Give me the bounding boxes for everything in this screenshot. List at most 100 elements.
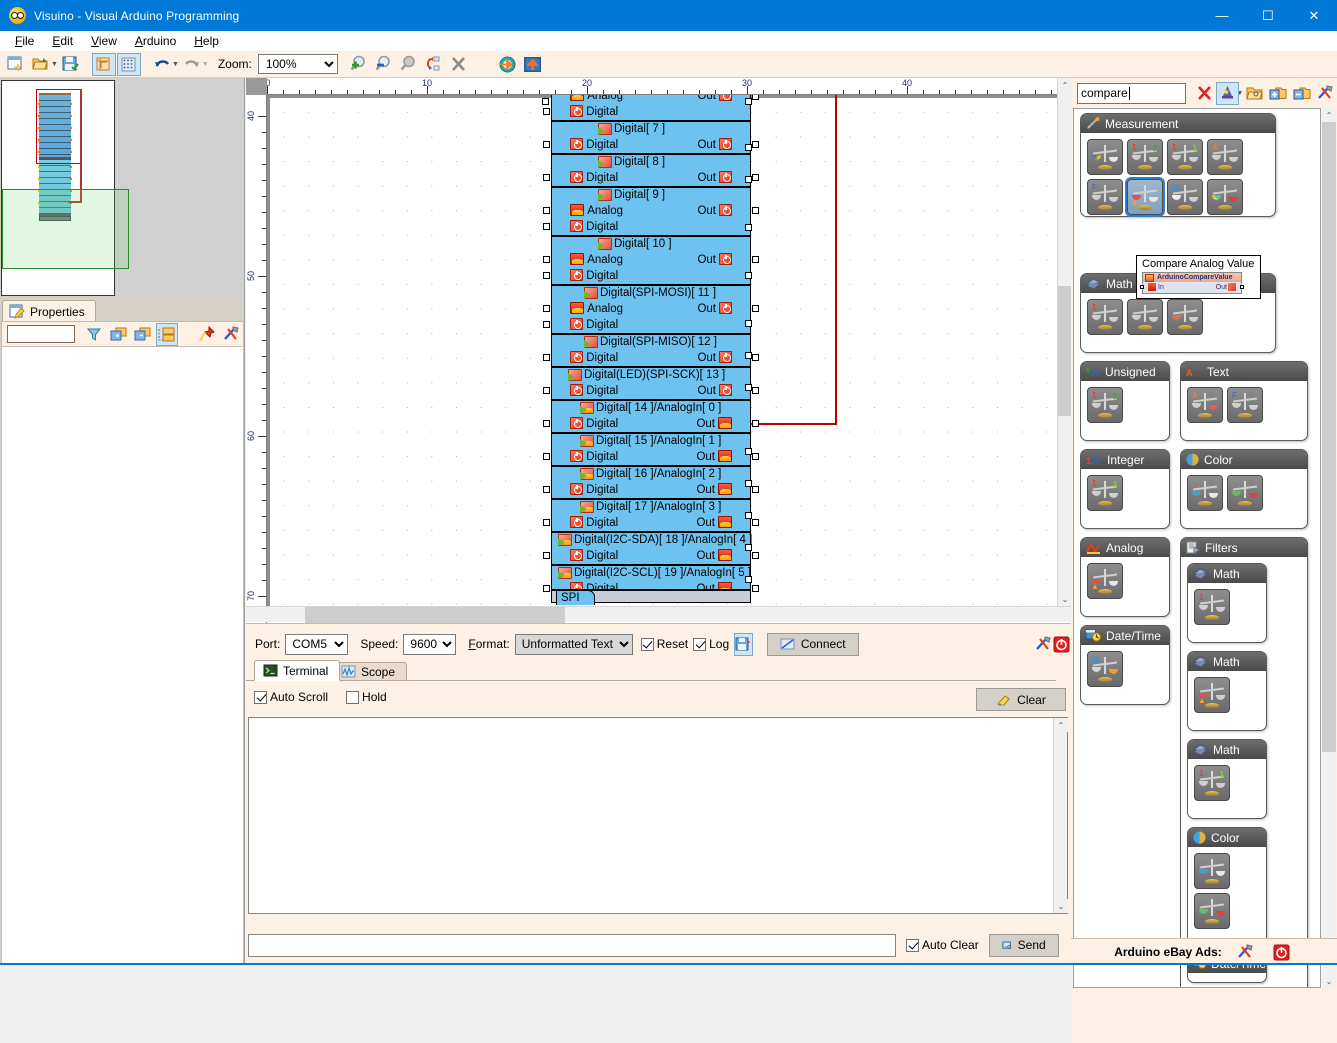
- palette-scroll-up-button[interactable]: ⌃: [1322, 108, 1336, 122]
- port-right[interactable]: [752, 207, 759, 214]
- component-number-compare[interactable]: 13: [1127, 139, 1163, 175]
- clear-button[interactable]: Clear: [976, 688, 1066, 711]
- pin-block-d10[interactable]: Digital[ 10 ] Analog Out Digital: [543, 235, 759, 285]
- palette-subgroup-color[interactable]: Color: [1187, 827, 1267, 945]
- port-right-connected[interactable]: [752, 420, 759, 427]
- selection-handle[interactable]: [745, 144, 752, 151]
- pin-row[interactable]: Digital Out: [543, 449, 759, 465]
- ads-power-icon[interactable]: [1270, 941, 1294, 964]
- palette-subgroup-math-c[interactable]: Math 11: [1187, 739, 1267, 819]
- component-format-compare[interactable]: F: [1227, 387, 1263, 423]
- board-overview[interactable]: [1, 80, 129, 296]
- auto-scroll-checkbox[interactable]: Auto Scroll: [254, 690, 328, 704]
- port-right[interactable]: [752, 141, 759, 148]
- expand-all-icon[interactable]: [107, 323, 129, 346]
- component-text-compare[interactable]: A: [1187, 387, 1223, 423]
- tab-properties[interactable]: Properties: [2, 300, 96, 322]
- minimize-button[interactable]: —: [1199, 0, 1245, 31]
- zoom-select[interactable]: 100%: [257, 54, 338, 74]
- pin-row[interactable]: Digital Out: [543, 383, 759, 399]
- pin-row[interactable]: Analog Out: [543, 203, 759, 219]
- open-folder-icon[interactable]: [1243, 82, 1266, 105]
- menu-view[interactable]: View: [82, 32, 126, 50]
- palette-scrollbar[interactable]: ⌃ ⌄: [1322, 108, 1336, 988]
- port-left[interactable]: [543, 453, 550, 460]
- canvas-vertical-scrollbar[interactable]: ⌃ ⌄: [1057, 78, 1072, 606]
- port-left[interactable]: [543, 305, 550, 312]
- port-right[interactable]: [752, 552, 759, 559]
- component-number-compare[interactable]: 1: [1087, 299, 1123, 335]
- pin-block-d8[interactable]: Digital[ 8 ] Digital Out: [543, 153, 759, 187]
- palette-group-analog[interactable]: Analog ▲: [1080, 537, 1170, 617]
- component-analog-compare[interactable]: ▲: [1127, 179, 1163, 215]
- port-left[interactable]: [543, 321, 550, 328]
- compile-sketch-icon[interactable]: [496, 53, 520, 76]
- component-datetime-compare[interactable]: ▤: [1167, 179, 1203, 215]
- component-text-compare[interactable]: A: [1207, 139, 1243, 175]
- palette-group-text[interactable]: ABC Text A F: [1180, 361, 1308, 441]
- redo-icon[interactable]: [180, 53, 204, 76]
- serial-power-icon[interactable]: [1053, 633, 1071, 656]
- open-project-icon[interactable]: [29, 53, 53, 76]
- properties-grid[interactable]: [1, 347, 244, 964]
- palette-group-integer[interactable]: 1 23 Integer 12: [1080, 449, 1170, 529]
- pin-block-d9[interactable]: Digital[ 9 ] Analog Out Digital: [543, 186, 759, 236]
- zoom-out-icon[interactable]: [372, 53, 396, 76]
- pin-row[interactable]: Digital Out: [543, 482, 759, 498]
- palette-group-datetime[interactable]: Date/Time ▤: [1080, 625, 1170, 705]
- ads-tools-icon[interactable]: [1234, 941, 1258, 964]
- group-header[interactable]: ABC Text: [1181, 362, 1307, 381]
- auto-clear-checkbox-box[interactable]: [906, 938, 919, 952]
- speed-select[interactable]: 9600: [403, 633, 457, 655]
- canvas-horizontal-scrollbar[interactable]: [246, 606, 1071, 623]
- pin-block-d17-a3[interactable]: Digital[ 17 ]/AnalogIn[ 3 ] Digital Out: [543, 498, 759, 532]
- group-header[interactable]: Filters: [1181, 538, 1307, 557]
- pin-row[interactable]: Digital: [543, 317, 750, 333]
- wizard-icon[interactable]: [1215, 81, 1240, 105]
- port-left[interactable]: [543, 223, 550, 230]
- port-right[interactable]: [752, 585, 759, 592]
- port-right[interactable]: [752, 453, 759, 460]
- pin-block-partial[interactable]: Analog Out Digital: [543, 95, 759, 121]
- port-right[interactable]: [752, 387, 759, 394]
- port-left[interactable]: [543, 108, 550, 115]
- pin-row[interactable]: Analog Out: [552, 95, 759, 104]
- log-checkbox[interactable]: Log: [693, 637, 729, 651]
- port-left[interactable]: [543, 272, 550, 279]
- group-header[interactable]: 23 Unsigned: [1081, 362, 1169, 381]
- group-header[interactable]: Math: [1188, 652, 1266, 671]
- terminal-output[interactable]: ⌃ ⌄: [248, 717, 1068, 914]
- send-button[interactable]: Send: [988, 933, 1059, 957]
- component-integer-compare[interactable]: 12: [1087, 475, 1123, 511]
- port-left[interactable]: [543, 585, 550, 592]
- overview-selection-rect[interactable]: [36, 89, 81, 164]
- format-select[interactable]: Unformatted Text: [514, 633, 633, 655]
- toggle-grid-icon[interactable]: [116, 52, 141, 76]
- add-component-icon[interactable]: [1267, 82, 1290, 105]
- port-left[interactable]: [543, 420, 550, 427]
- hold-checkbox[interactable]: Hold: [346, 690, 387, 704]
- palette-scroll-down-button[interactable]: ⌄: [1322, 974, 1336, 988]
- component-analog-compare[interactable]: ▲: [1087, 563, 1123, 599]
- palette-group-color-1[interactable]: Color: [1180, 449, 1308, 529]
- port-right[interactable]: [752, 354, 759, 361]
- schematic-canvas[interactable]: Analog Out Digital Digital[ 7 ] Digital …: [267, 95, 1057, 607]
- clear-search-icon[interactable]: [1192, 82, 1215, 105]
- pin-row[interactable]: Digital: [543, 104, 750, 120]
- pin-row[interactable]: Digital: [543, 268, 750, 284]
- port-right[interactable]: [752, 486, 759, 493]
- new-project-icon[interactable]: [4, 53, 28, 76]
- port-left[interactable]: [543, 486, 550, 493]
- terminal-scroll-down-button[interactable]: ⌄: [1054, 899, 1068, 913]
- pin-row[interactable]: Digital Out: [543, 170, 759, 186]
- pin-icon[interactable]: [197, 323, 219, 346]
- component-integer-compare[interactable]: 11: [1167, 139, 1203, 175]
- palette-subgroup-math-b[interactable]: Math ▲: [1187, 651, 1267, 731]
- selection-handle[interactable]: [745, 544, 752, 551]
- hold-checkbox-box[interactable]: [346, 690, 360, 704]
- delete-component-icon[interactable]: [447, 53, 471, 76]
- palette-scroll-thumb[interactable]: [1322, 122, 1336, 752]
- palette-groups[interactable]: Measurement 13 11 A F ▲ ▤ Math 1 23 Unsi…: [1073, 108, 1321, 988]
- terminal-scroll-up-button[interactable]: ⌃: [1054, 718, 1068, 732]
- canvas-vscroll-thumb[interactable]: [1058, 286, 1072, 416]
